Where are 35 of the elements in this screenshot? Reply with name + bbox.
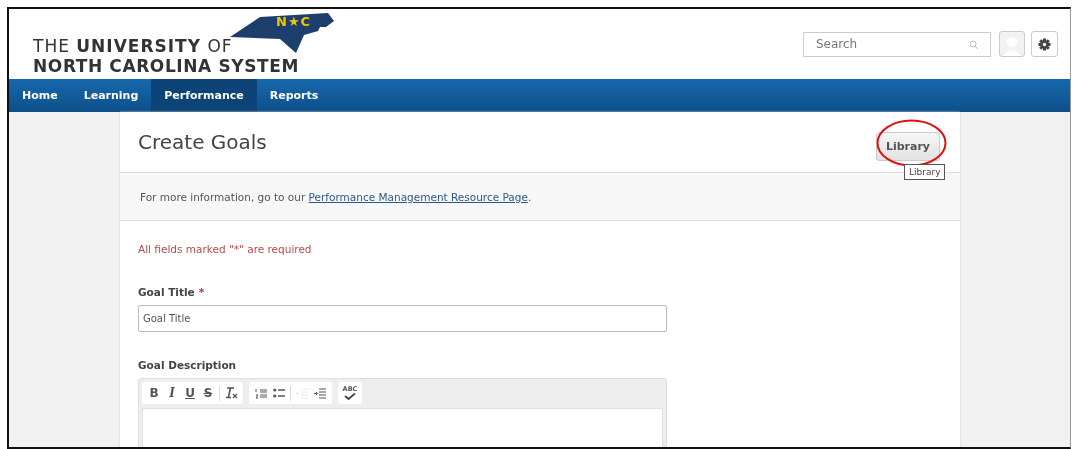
search-field[interactable]: Search: [803, 31, 991, 57]
required-note: All fields marked "*" are required: [138, 243, 313, 255]
text-area[interactable]: [142, 408, 663, 447]
tooltip: Library: [904, 164, 946, 180]
library-button[interactable]: Library: [875, 131, 940, 161]
check-icon: [344, 393, 356, 400]
outdent-icon: [296, 387, 308, 399]
nav-tab[interactable]: Home: [9, 79, 71, 112]
numbered-list-icon: [255, 387, 267, 399]
bold-button[interactable]: B: [145, 383, 163, 403]
page-title: Create Goals: [138, 130, 268, 154]
gear-icon: [1038, 37, 1051, 51]
field-label: Goal Title *: [138, 286, 205, 298]
info-text: For more information, go to our Performance Management Resource Page.: [140, 190, 532, 203]
settings-button[interactable]: [1031, 31, 1058, 57]
person-icon: [1002, 34, 1022, 56]
underline-button[interactable]: U: [181, 383, 199, 403]
state-map-icon: [230, 13, 334, 53]
goal-title-field[interactable]: Goal Title: [138, 305, 667, 332]
bullet-list-icon: [273, 388, 285, 398]
field-label: Goal Description: [138, 359, 237, 371]
resource-page-link[interactable]: Performance Management Resource Page: [308, 190, 528, 203]
logo-text: N★C: [276, 14, 312, 29]
logo-text: NORTH CAROLINA SYSTEM: [33, 56, 299, 76]
highlight-circle: [876, 119, 947, 167]
indent-icon: [314, 387, 326, 399]
strike-button[interactable]: S: [199, 383, 217, 403]
nav-tab[interactable]: Learning: [70, 79, 152, 112]
nav-tab[interactable]: Reports: [256, 79, 332, 112]
italic-button[interactable]: I: [163, 383, 181, 403]
search-icon: [969, 39, 979, 50]
avatar-button[interactable]: [999, 31, 1025, 57]
nav-tab[interactable]: Performance: [151, 79, 257, 112]
clear-format-icon: [224, 387, 238, 399]
logo-text: THE UNIVERSITY OF: [33, 36, 233, 56]
